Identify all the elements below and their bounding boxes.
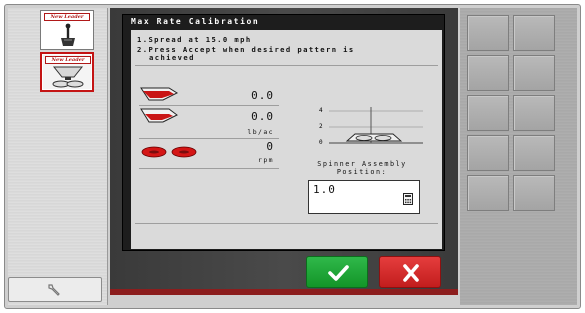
reading-2-value: 0.0 (251, 110, 274, 123)
bezel-bottom-strip (110, 289, 458, 295)
checkmark-icon (328, 265, 349, 281)
joystick-icon (61, 23, 75, 46)
softkey-4[interactable] (513, 55, 555, 91)
spreader-hopper-icon (140, 87, 179, 101)
dialog-body: 1.Spread at 15.0 mph 2.Press Accept when… (131, 30, 442, 249)
new-leader-logo: New Leader (44, 13, 90, 21)
instruction-step-1: 1.Spread at 15.0 mph (137, 35, 252, 44)
softkey-panel (460, 8, 577, 305)
divider (135, 65, 438, 66)
graph-y-tick: 2 (319, 123, 323, 130)
softkey-2[interactable] (513, 15, 555, 51)
app-button-spreader[interactable]: New Leader (40, 52, 94, 92)
spinner-position-input[interactable]: 1.0 (308, 180, 420, 214)
softkey-9[interactable] (467, 175, 509, 211)
divider (139, 168, 279, 169)
accept-button[interactable] (306, 256, 368, 288)
app-button-joystick[interactable]: New Leader (40, 10, 94, 50)
calculator-icon[interactable] (403, 193, 413, 205)
softkey-8[interactable] (513, 135, 555, 171)
softkey-6[interactable] (513, 95, 555, 131)
softkey-7[interactable] (467, 135, 509, 171)
position-graph-axes (329, 107, 423, 144)
graph-y-tick: 4 (319, 107, 323, 114)
spinner-discs-icon (141, 146, 197, 158)
settings-button[interactable] (8, 277, 102, 302)
instruction-step-2-cont: achieved (149, 53, 195, 62)
reading-3-unit: rpm (258, 156, 274, 164)
reading-2-unit: lb/ac (247, 128, 274, 136)
spinner-assembly-position-label: Spinner Assembly Position: (317, 160, 407, 176)
softkey-10[interactable] (513, 175, 555, 211)
reading-3-value: 0 (266, 140, 274, 153)
softkey-5[interactable] (467, 95, 509, 131)
softkey-3[interactable] (467, 55, 509, 91)
divider (135, 223, 438, 224)
max-rate-calibration-dialog: Max Rate Calibration 1.Spread at 15.0 mp… (122, 14, 445, 251)
divider (139, 138, 279, 139)
x-icon (403, 264, 419, 282)
reading-1-value: 0.0 (251, 89, 274, 102)
cancel-button[interactable] (379, 256, 441, 288)
new-leader-logo: New Leader (45, 56, 91, 64)
spreader-icon (52, 66, 84, 88)
wrench-icon (48, 284, 60, 296)
spinner-position-value: 1.0 (313, 183, 336, 196)
spreader-rate-icon (140, 108, 178, 123)
dialog-title: Max Rate Calibration (131, 17, 260, 26)
left-app-panel: New Leader New Leader (8, 8, 108, 305)
spinner-position-graph: 4 2 0 (315, 107, 425, 147)
graph-y-tick: 0 (319, 139, 323, 146)
softkey-1[interactable] (467, 15, 509, 51)
divider (139, 105, 279, 106)
